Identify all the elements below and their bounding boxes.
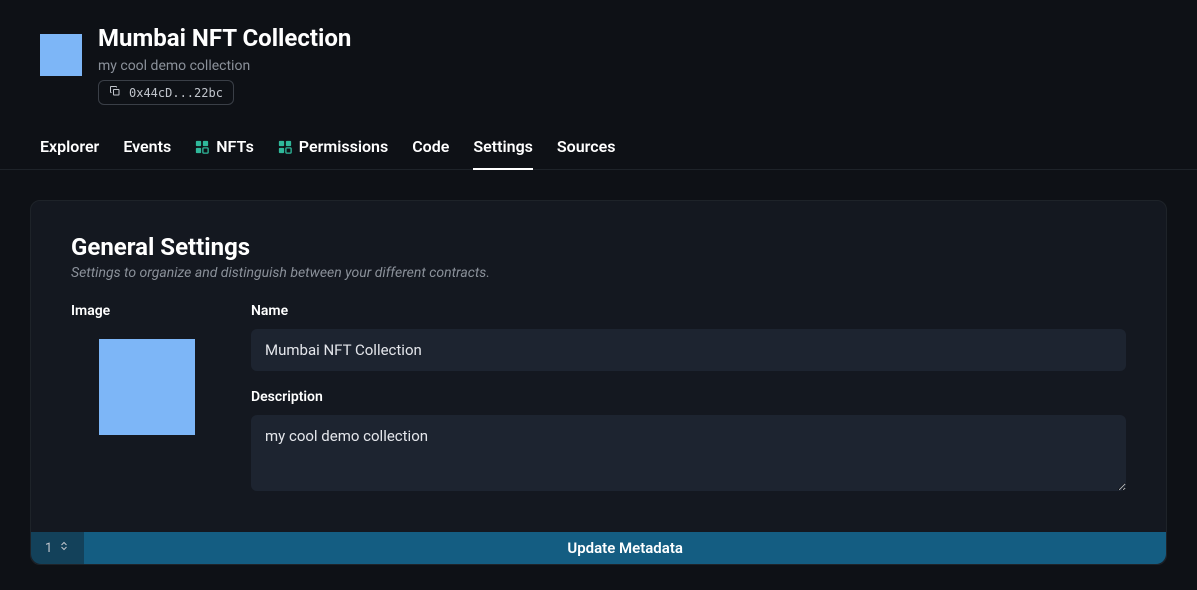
panel-footer: 1 Update Metadata — [31, 532, 1166, 564]
image-column: Image — [71, 303, 221, 495]
tab-label: NFTs — [216, 137, 254, 156]
extension-icon — [195, 140, 209, 154]
panel-title: General Settings — [71, 233, 1126, 261]
tab-label: Sources — [557, 137, 616, 156]
tab-events[interactable]: Events — [123, 125, 171, 170]
address-badge[interactable]: 0x44cD...22bc — [98, 80, 234, 105]
address-text: 0x44cD...22bc — [129, 86, 223, 100]
collection-info: Mumbai NFT Collection my cool demo colle… — [98, 24, 351, 105]
button-label: Update Metadata — [567, 539, 683, 557]
tab-settings[interactable]: Settings — [473, 125, 533, 170]
tab-code[interactable]: Code — [412, 125, 449, 170]
collection-header: Mumbai NFT Collection my cool demo colle… — [0, 0, 1197, 125]
tab-label: Permissions — [299, 137, 388, 156]
panel-body: Image Name Description — [71, 303, 1126, 495]
extension-icon — [278, 140, 292, 154]
collection-thumbnail — [40, 34, 82, 76]
name-label: Name — [251, 303, 1126, 319]
description-label: Description — [251, 389, 1126, 405]
swap-icon — [58, 540, 70, 556]
panel-description: Settings to organize and distinguish bet… — [71, 265, 1126, 281]
tab-permissions[interactable]: Permissions — [278, 125, 388, 170]
tab-label: Explorer — [40, 137, 99, 156]
tab-nfts[interactable]: NFTs — [195, 125, 254, 170]
tab-sources[interactable]: Sources — [557, 125, 616, 170]
collection-subtitle: my cool demo collection — [98, 58, 351, 74]
collection-title: Mumbai NFT Collection — [98, 24, 351, 52]
fields-column: Name Description — [251, 303, 1126, 495]
settings-panel: General Settings Settings to organize an… — [30, 200, 1167, 565]
image-preview[interactable] — [99, 339, 195, 435]
image-label: Image — [71, 303, 221, 319]
tab-explorer[interactable]: Explorer — [40, 125, 99, 170]
tab-label: Events — [123, 137, 171, 156]
pending-count[interactable]: 1 — [31, 532, 84, 564]
description-input[interactable] — [251, 415, 1126, 491]
tab-bar: Explorer Events NFTs Permissions Code Se… — [0, 125, 1197, 170]
update-metadata-button[interactable]: Update Metadata — [84, 532, 1166, 564]
name-input[interactable] — [251, 329, 1126, 371]
tab-label: Code — [412, 137, 449, 156]
count-value: 1 — [45, 541, 52, 556]
tab-label: Settings — [473, 137, 533, 156]
copy-icon — [109, 85, 121, 100]
